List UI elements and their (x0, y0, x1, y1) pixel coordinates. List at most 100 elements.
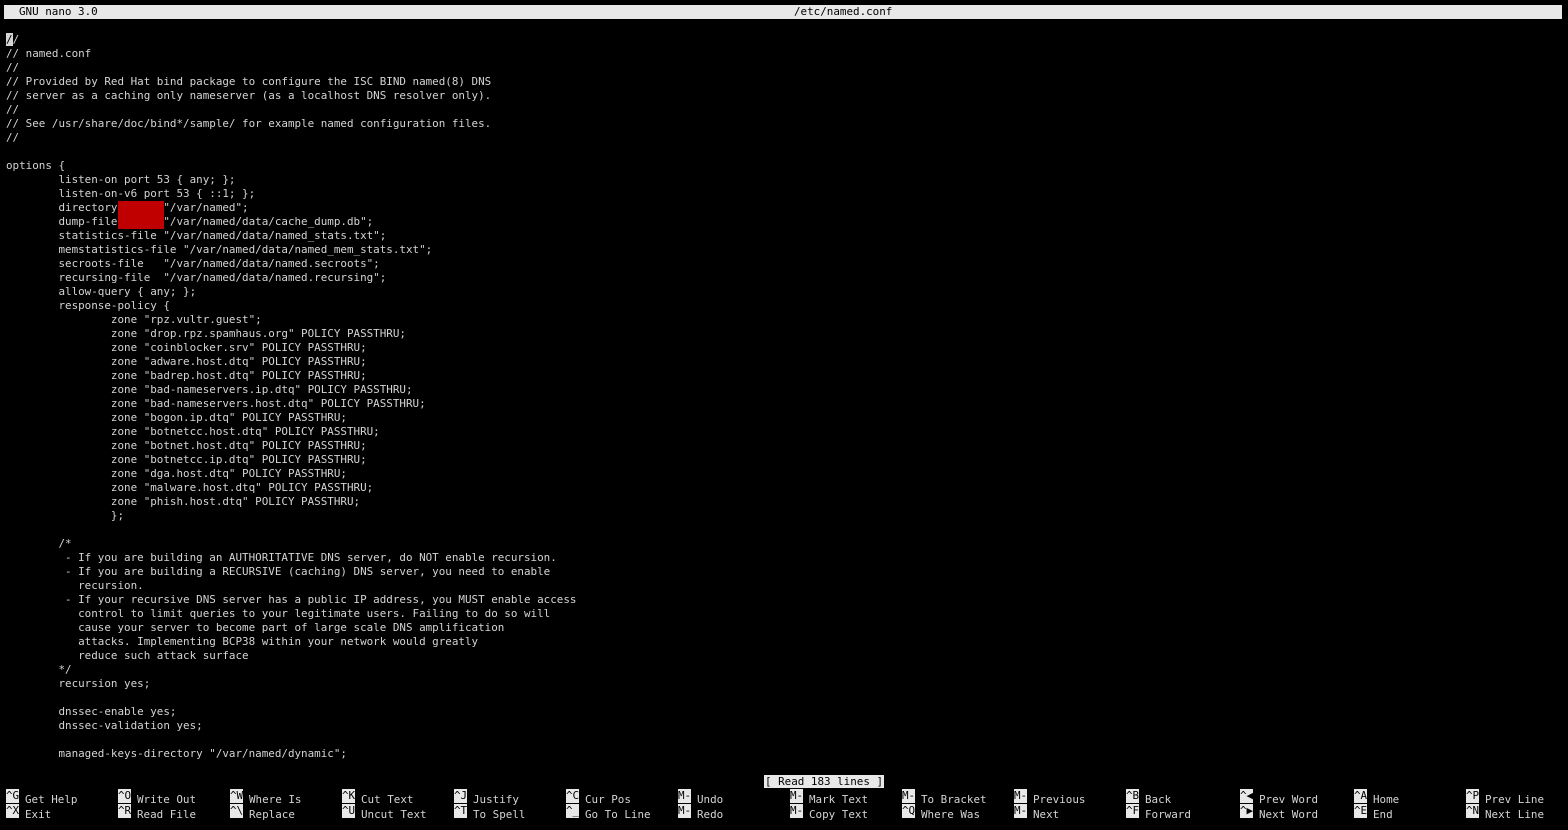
shortcut-label: Exit (25, 808, 52, 821)
editor-line[interactable]: - If you are building an AUTHORITATIVE D… (6, 551, 1562, 565)
shortcut-key: M-A (790, 789, 803, 803)
editor-line[interactable]: zone "rpz.vultr.guest"; (6, 313, 1562, 327)
editor-line[interactable] (6, 733, 1562, 747)
editor-line[interactable]: // server as a caching only nameserver (… (6, 89, 1562, 103)
editor-line[interactable]: dump-file "/var/named/data/cache_dump.db… (6, 215, 1562, 229)
editor-line[interactable]: recursion yes; (6, 677, 1562, 691)
editor-line[interactable]: zone "phish.host.dtq" POLICY PASSTHRU; (6, 495, 1562, 509)
editor-line[interactable]: recursing-file "/var/named/data/named.re… (6, 271, 1562, 285)
editor-line[interactable]: // named.conf (6, 47, 1562, 61)
shortcut-to-spell[interactable]: ^T To Spell (454, 804, 525, 821)
shortcut-justify[interactable]: ^J Justify (454, 789, 519, 806)
shortcut-home[interactable]: ^A Home (1354, 789, 1399, 806)
editor-line[interactable]: zone "bogon.ip.dtq" POLICY PASSTHRU; (6, 411, 1562, 425)
editor-line[interactable]: listen-on-v6 port 53 { ::1; }; (6, 187, 1562, 201)
editor-line[interactable] (6, 145, 1562, 159)
shortcut-replace[interactable]: ^\ Replace (230, 804, 295, 821)
shortcut-key: ^R (118, 804, 131, 818)
editor-line[interactable]: // (6, 61, 1562, 75)
title-bar: GNU nano 3.0 /etc/named.conf (4, 5, 1562, 19)
shortcut-cur-pos[interactable]: ^C Cur Pos (566, 789, 631, 806)
editor-line[interactable]: // Provided by Red Hat bind package to c… (6, 75, 1562, 89)
editor-line[interactable]: reduce such attack surface (6, 649, 1562, 663)
shortcut-label: Where Was (921, 808, 981, 821)
editor-line[interactable]: managed-keys-directory "/var/named/dynam… (6, 747, 1562, 761)
editor-line[interactable]: - If you are building a RECURSIVE (cachi… (6, 565, 1562, 579)
editor-line[interactable]: dnssec-enable yes; (6, 705, 1562, 719)
editor-line[interactable]: }; (6, 509, 1562, 523)
editor-line[interactable] (6, 523, 1562, 537)
shortcut-read-file[interactable]: ^R Read File (118, 804, 197, 821)
shortcut-go-to-line[interactable]: ^_ Go To Line (566, 804, 651, 821)
editor-line[interactable]: secroots-file "/var/named/data/named.sec… (6, 257, 1562, 271)
shortcut-exit[interactable]: ^X Exit (6, 804, 52, 821)
shortcut-copy-text[interactable]: M-6 Copy Text (790, 804, 868, 821)
editor-line[interactable]: zone "coinblocker.srv" POLICY PASSTHRU; (6, 341, 1562, 355)
shortcut-key: ^\ (230, 804, 243, 818)
editor-line[interactable]: zone "botnet.host.dtq" POLICY PASSTHRU; (6, 439, 1562, 453)
editor-line[interactable]: zone "malware.host.dtq" POLICY PASSTHRU; (6, 481, 1562, 495)
shortcut-key: M-Q (1014, 789, 1027, 803)
shortcut-forward[interactable]: ^F Forward (1126, 804, 1191, 821)
shortcut-key: ^▶ (1240, 804, 1253, 818)
editor-line[interactable] (6, 691, 1562, 705)
editor-line[interactable]: // (6, 103, 1562, 117)
shortcut-next-word[interactable]: ^▶ Next Word (1240, 804, 1318, 821)
editor-line[interactable]: zone "drop.rpz.spamhaus.org" POLICY PASS… (6, 327, 1562, 341)
editor-line[interactable]: statistics-file "/var/named/data/named_s… (6, 229, 1562, 243)
shortcut-label: Read File (137, 808, 197, 821)
editor-line[interactable]: zone "bad-nameservers.host.dtq" POLICY P… (6, 397, 1562, 411)
shortcut-prev-line[interactable]: ^P Prev Line (1466, 789, 1544, 806)
shortcut-key: ^◀ (1240, 789, 1253, 803)
shortcut-redo[interactable]: M-E Redo (678, 804, 723, 821)
shortcut-label: End (1373, 808, 1393, 821)
editor-line[interactable]: control to limit queries to your legitim… (6, 607, 1562, 621)
shortcut-label: Replace (249, 808, 295, 821)
editor-line[interactable]: zone "bad-nameservers.ip.dtq" POLICY PAS… (6, 383, 1562, 397)
editor-line[interactable]: - If your recursive DNS server has a pub… (6, 593, 1562, 607)
shortcut-where-is[interactable]: ^W Where Is (230, 789, 301, 806)
shortcut-label: Go To Line (585, 808, 651, 821)
editor-line[interactable]: zone "dga.host.dtq" POLICY PASSTHRU; (6, 467, 1562, 481)
shortcut-to-bracket[interactable]: M-]To Bracket (902, 789, 987, 806)
shortcut-prev-word[interactable]: ^◀ Prev Word (1240, 789, 1318, 806)
editor-line[interactable]: zone "badrep.host.dtq" POLICY PASSTHRU; (6, 369, 1562, 383)
editor-line[interactable]: listen-on port 53 { any; }; (6, 173, 1562, 187)
shortcut-write-out[interactable]: ^O Write Out (118, 789, 196, 806)
editor-line[interactable]: zone "botnetcc.ip.dtq" POLICY PASSTHRU; (6, 453, 1562, 467)
shortcut-next[interactable]: M-W Next (1014, 804, 1059, 821)
editor-line[interactable]: */ (6, 663, 1562, 677)
shortcut-key: ^X (6, 804, 19, 818)
editor-line[interactable]: cause your server to become part of larg… (6, 621, 1562, 635)
shortcut-label: Uncut Text (361, 808, 427, 821)
shortcut-previous[interactable]: M-QPrevious (1014, 789, 1085, 806)
editor-line[interactable]: // See /usr/share/doc/bind*/sample/ for … (6, 117, 1562, 131)
shortcut-mark-text[interactable]: M-AMark Text (790, 789, 868, 806)
shortcut-key: ^E (1354, 804, 1367, 818)
editor-line[interactable]: /* (6, 537, 1562, 551)
editor-line[interactable]: dnssec-validation yes; (6, 719, 1562, 733)
editor-line[interactable]: options { (6, 159, 1562, 173)
shortcut-end[interactable]: ^E End (1354, 804, 1393, 821)
editor-line[interactable]: directory "/var/named"; (6, 201, 1562, 215)
editor-line[interactable]: // (6, 33, 1562, 47)
shortcut-next-line[interactable]: ^N Next Line (1466, 804, 1544, 821)
editor-line[interactable]: attacks. Implementing BCP38 within your … (6, 635, 1562, 649)
shortcut-back[interactable]: ^B Back (1126, 789, 1171, 806)
editor-line[interactable]: memstatistics-file "/var/named/data/name… (6, 243, 1562, 257)
shortcut-where-was[interactable]: ^Q Where Was (902, 804, 981, 821)
editor-line[interactable]: allow-query { any; }; (6, 285, 1562, 299)
editor-line[interactable]: recursion. (6, 579, 1562, 593)
shortcut-key: ^_ (566, 804, 579, 818)
shortcut-cut-text[interactable]: ^K Cut Text (342, 789, 413, 806)
editor-line[interactable]: // (6, 131, 1562, 145)
editor-line[interactable]: zone "adware.host.dtq" POLICY PASSTHRU; (6, 355, 1562, 369)
editor-line[interactable]: zone "botnetcc.host.dtq" POLICY PASSTHRU… (6, 425, 1562, 439)
shortcut-undo[interactable]: M-UUndo (678, 789, 723, 806)
editor-text-area[interactable]: //// named.conf//// Provided by Red Hat … (6, 33, 1562, 761)
shortcut-uncut-text[interactable]: ^U Uncut Text (342, 804, 427, 821)
editor-line[interactable]: response-policy { (6, 299, 1562, 313)
shortcut-key: M-U (678, 789, 691, 803)
shortcut-key: M-E (678, 804, 691, 818)
shortcut-get-help[interactable]: ^G Get Help (6, 789, 77, 806)
